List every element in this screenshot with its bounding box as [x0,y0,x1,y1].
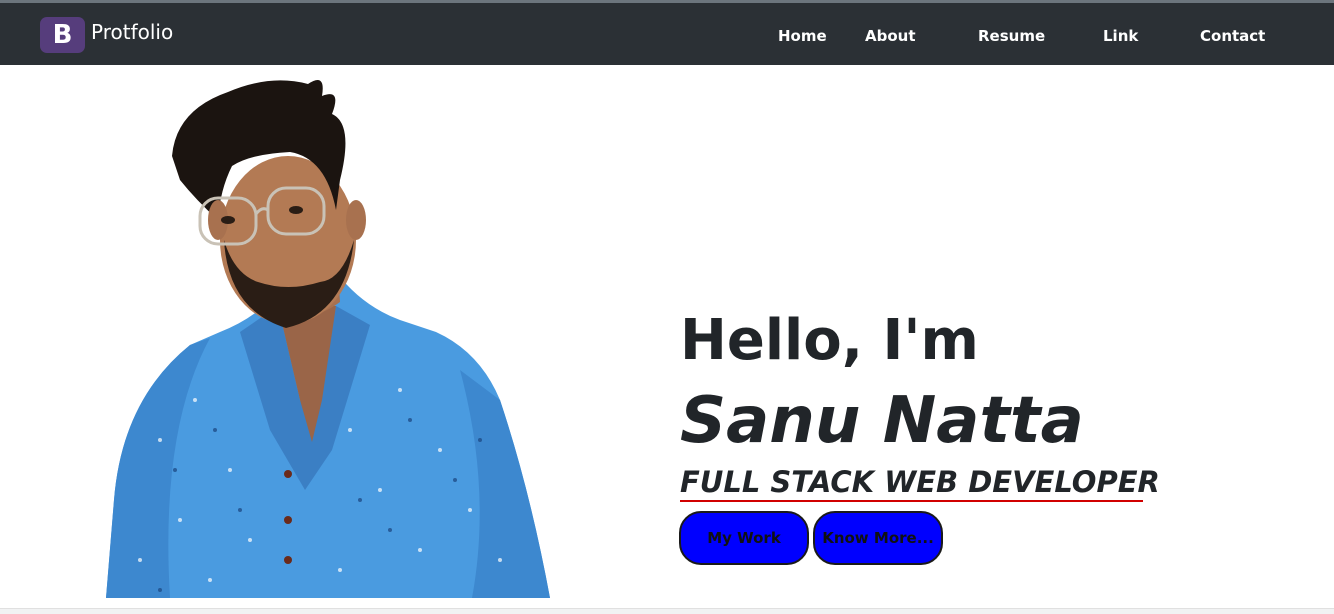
brand-text: Protfolio [91,20,174,44]
brand-link[interactable]: B Protfolio [40,17,173,53]
bottom-border [0,608,1334,614]
know-more-button[interactable]: Know More... [813,511,943,565]
nav-link-contact[interactable]: Contact [1200,27,1265,45]
nav-link-home[interactable]: Home [778,27,827,45]
name-heading: Sanu Natta [680,384,1084,458]
navbar: B Protfolio Home About Resume Link Conta… [0,3,1334,65]
bootstrap-logo-icon: B [40,17,85,53]
my-work-button[interactable]: My Work [679,511,809,565]
nav-link-about[interactable]: About [865,27,916,45]
profile-photo [106,80,550,598]
brand-letter: B [52,20,73,50]
nav-link-resume[interactable]: Resume [978,27,1045,45]
nav-link-link[interactable]: Link [1103,27,1138,45]
greeting-heading: Hello, I'm [680,308,979,373]
role-underline [680,500,1143,502]
role-subtitle: FULL STACK WEB DEVELOPER [680,465,1160,499]
